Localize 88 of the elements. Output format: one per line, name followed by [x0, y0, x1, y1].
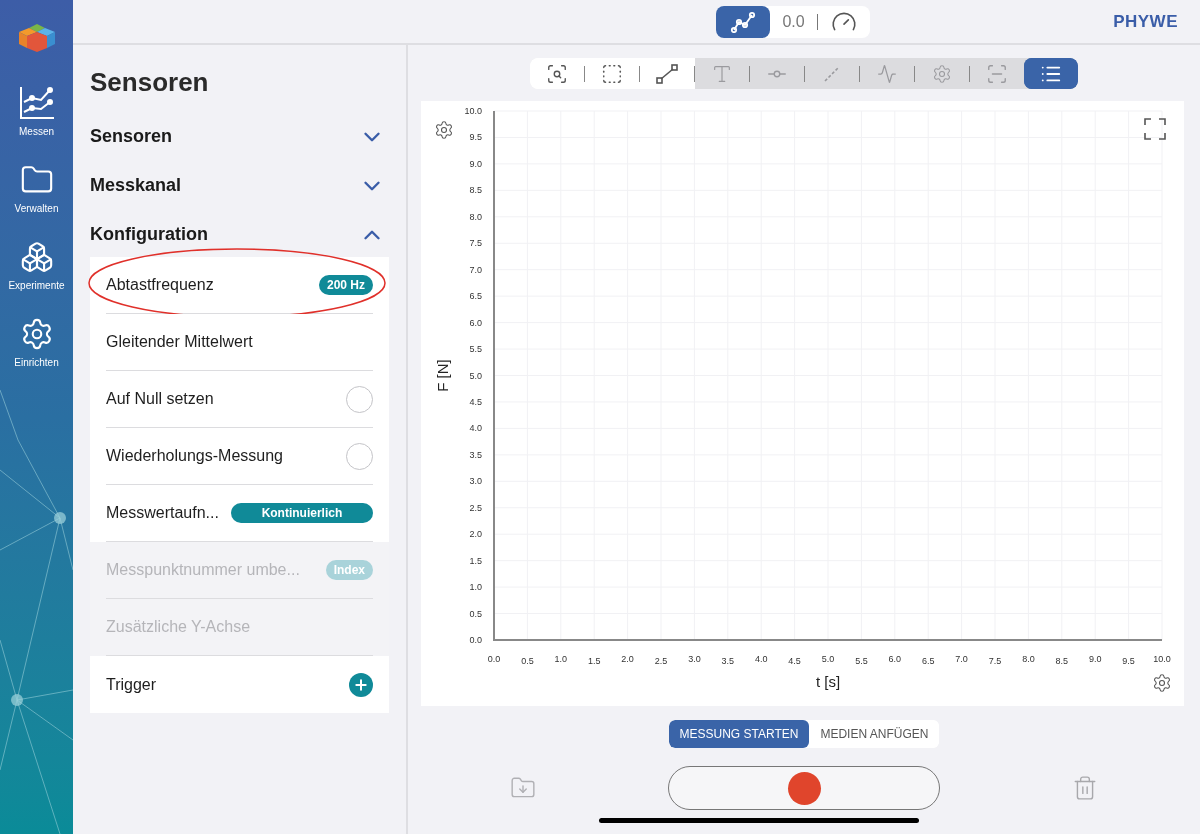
tick-label: 2.0	[469, 529, 482, 540]
nav-item[interactable]: Experimente	[0, 228, 73, 305]
value-badge: Index	[325, 560, 373, 580]
tick-label: 6.5	[469, 291, 482, 302]
toolbar-button[interactable]	[1024, 58, 1078, 89]
row-label: Trigger	[106, 674, 157, 695]
tick-label: 8.5	[469, 185, 482, 196]
plus-icon	[353, 676, 369, 693]
row-label: Messpunktnummer umbe...	[106, 560, 300, 580]
tick-label: 8.0	[1022, 654, 1035, 664]
tick-label: 10.0	[1153, 654, 1171, 664]
section-header[interactable]: Sensoren	[90, 112, 389, 161]
value-badge: 200 Hz	[318, 275, 373, 295]
cubes-icon	[19, 240, 54, 274]
tick-label: 3.5	[469, 449, 482, 460]
tick-label: 7.0	[469, 264, 482, 275]
tick-label: 9.5	[1122, 656, 1135, 666]
brand-logo: PHYWE	[1113, 10, 1178, 33]
line-chart-icon	[18, 86, 55, 120]
row-label: Messwertaufn...	[106, 503, 219, 523]
tick-label: 2.0	[621, 654, 634, 664]
tick-label: 0.0	[487, 654, 501, 664]
nav-item[interactable]: Verwalten	[0, 151, 73, 228]
tick-label: 7.0	[955, 654, 968, 664]
tick-label: 9.0	[1088, 654, 1102, 664]
tick-label: 6.5	[921, 656, 935, 666]
graph-icon	[730, 10, 757, 33]
section-header[interactable]: Messkanal	[90, 161, 389, 210]
tick-label: 4.0	[469, 423, 482, 434]
zoom-region-icon	[546, 62, 568, 85]
pulse-icon	[877, 63, 897, 84]
row-label: Auf Null setzen	[106, 389, 214, 409]
tick-label: 9.5	[469, 132, 482, 143]
nav-item[interactable]: Einrichten	[0, 305, 73, 382]
tick-label: 4.5	[469, 396, 482, 407]
tick-label: 4.0	[754, 654, 768, 664]
radio-button[interactable]	[346, 442, 373, 470]
graph-mode-button[interactable]	[716, 5, 771, 38]
reading-value: 0.0	[781, 11, 806, 32]
tick-label: 7.5	[469, 238, 482, 249]
scan-icon	[986, 62, 1008, 85]
tick-label: 3.0	[469, 476, 482, 487]
tick-label: 8.5	[1055, 656, 1069, 666]
tick-label: 0.0	[469, 635, 482, 645]
tick-label: 6.0	[469, 317, 482, 328]
settings-row[interactable]: Abtastfrequenz 200 Hz	[90, 257, 389, 314]
line-segment-icon	[656, 62, 678, 85]
tick-label: 0.5	[469, 608, 482, 619]
axis-title: F [N]	[434, 359, 451, 392]
trash-icon[interactable]	[1072, 775, 1098, 801]
nav-item[interactable]: Messen	[0, 74, 73, 151]
tick-label: 7.5	[988, 656, 1002, 666]
add-button[interactable]	[349, 672, 373, 697]
action-tab[interactable]: MESSUNG STARTEN	[668, 720, 810, 748]
tick-label: 2.5	[654, 656, 668, 666]
tick-label: 2.5	[469, 502, 482, 513]
tick-label: 3.0	[688, 654, 701, 664]
tick-label: 1.0	[469, 582, 482, 593]
tick-label: 5.0	[821, 654, 835, 664]
axis-title: t [s]	[815, 673, 841, 690]
tick-label: 5.5	[855, 656, 868, 666]
record-button[interactable]	[668, 766, 940, 810]
row-label: Wiederholungs-Messung	[106, 446, 283, 466]
tick-label: 5.0	[469, 370, 482, 381]
tick-label: 8.0	[469, 211, 482, 222]
fullscreen-icon[interactable]	[1143, 117, 1167, 141]
settings-icon[interactable]	[1152, 673, 1172, 693]
row-label: Zusätzliche Y-Achse	[106, 617, 251, 637]
dashed-square-icon	[601, 62, 623, 85]
settings-icon	[932, 63, 952, 84]
tick-label: 9.0	[469, 158, 482, 169]
settings-icon[interactable]	[434, 120, 454, 140]
row-label: Gleitender Mittelwert	[106, 332, 253, 352]
tick-label: 1.0	[554, 654, 568, 664]
tick-label: 3.5	[721, 656, 735, 666]
radio-button[interactable]	[346, 385, 373, 413]
tick-label: 0.5	[521, 656, 534, 666]
section-header[interactable]: Konfiguration	[90, 210, 389, 259]
panel-title: Sensoren	[90, 66, 210, 99]
row-label: Abtastfrequenz	[106, 275, 214, 295]
tick-label: 10.0	[464, 106, 482, 116]
tick-label: 4.5	[788, 656, 801, 666]
tick-label: 1.5	[469, 555, 482, 566]
tick-label: 5.5	[469, 344, 482, 355]
value-badge: Kontinuierlich	[230, 503, 373, 523]
tick-label: 6.0	[888, 654, 902, 664]
tick-label: 1.5	[587, 656, 601, 666]
logo-icon	[16, 22, 57, 52]
